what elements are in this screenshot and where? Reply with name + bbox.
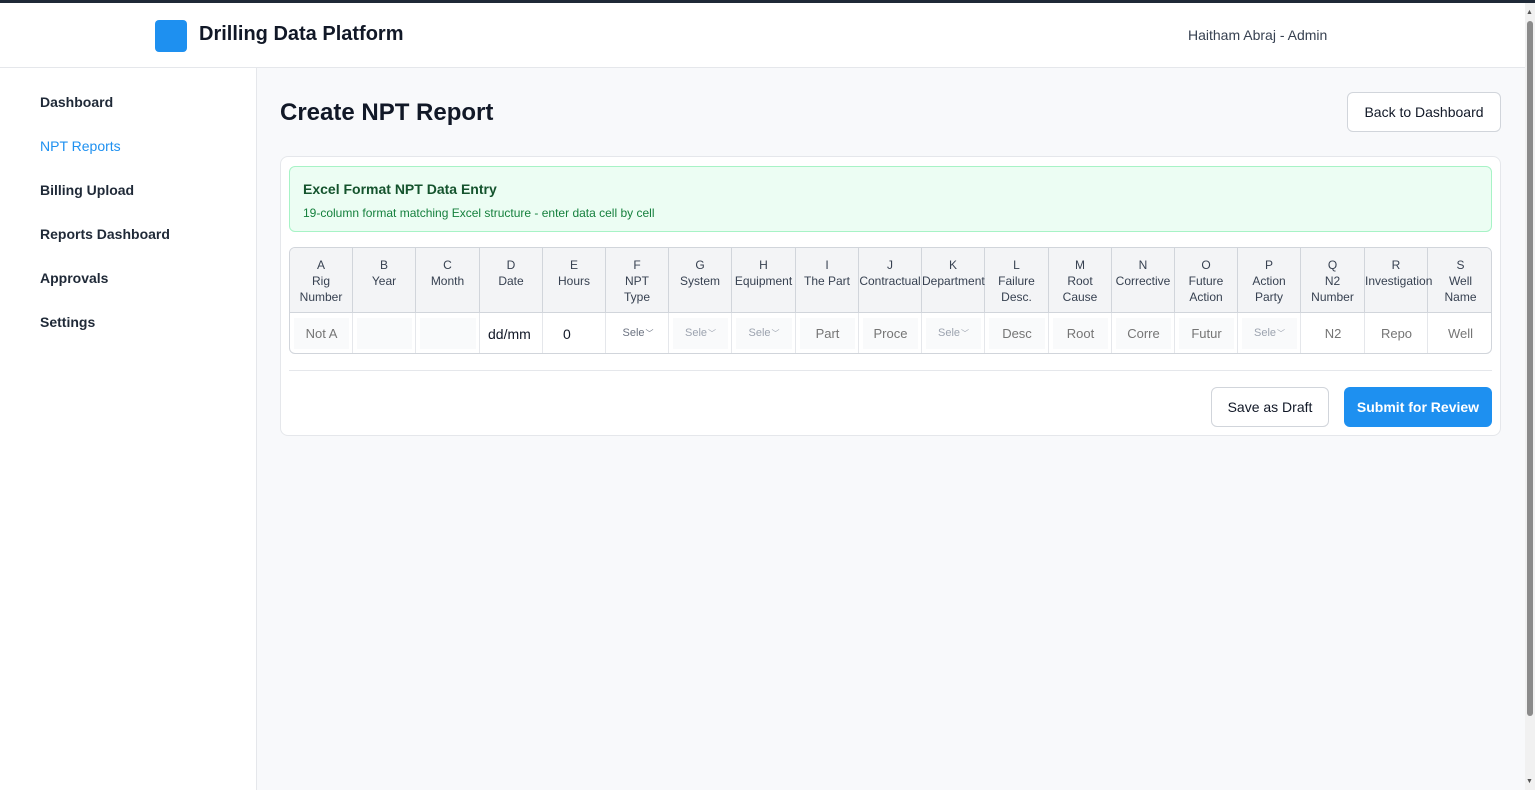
- column-header-investigation: R Investigation: [1365, 248, 1432, 313]
- column-header-month: C Month: [416, 248, 480, 313]
- divider: [289, 370, 1492, 371]
- department-select[interactable]: Sele﹀: [926, 318, 981, 349]
- npt-entry-table: A Rig Number B Year C Month D Date E Hours FN…: [289, 247, 1492, 354]
- top-header: Drilling Data Platform Haitham Abraj - A…: [0, 3, 1525, 68]
- npt-type-select[interactable]: Sele﹀: [618, 318, 658, 349]
- npt-entry-card: Excel Format NPT Data Entry 19-column fo…: [280, 156, 1501, 436]
- scroll-up-arrow-icon[interactable]: ▲: [1526, 9, 1533, 16]
- table-header-row: A Rig Number B Year C Month D Date E Hours FN…: [290, 248, 1491, 313]
- sidebar-item-reports-dashboard[interactable]: Reports Dashboard: [40, 226, 170, 242]
- root-cause-input[interactable]: [1053, 318, 1108, 349]
- sidebar-item-approvals[interactable]: Approvals: [40, 270, 108, 286]
- rig-number-input[interactable]: [294, 318, 349, 349]
- submit-for-review-button[interactable]: Submit for Review: [1344, 387, 1492, 427]
- column-header-system: G System: [669, 248, 732, 313]
- column-header-rig-number: A Rig Number: [290, 248, 353, 313]
- chevron-down-icon: ﹀: [961, 329, 970, 338]
- corrective-input[interactable]: [1116, 318, 1171, 349]
- column-header-contractual: J Contractual: [859, 248, 922, 313]
- column-header-failure-desc: L Failure Desc.: [985, 248, 1049, 313]
- column-header-department: K Department: [922, 248, 985, 313]
- failure-desc-input[interactable]: [989, 318, 1045, 349]
- table-row: Sele﹀ Sele﹀ Sele﹀ Sele﹀ Sele﹀: [290, 313, 1491, 353]
- user-label[interactable]: Haitham Abraj - Admin: [1188, 27, 1327, 43]
- well-name-input[interactable]: [1432, 318, 1489, 349]
- chevron-down-icon: ﹀: [1277, 329, 1286, 338]
- month-input[interactable]: [420, 318, 476, 349]
- equipment-select[interactable]: Sele﹀: [736, 318, 792, 349]
- scrollbar-thumb[interactable]: [1527, 21, 1533, 716]
- page-title: Create NPT Report: [280, 99, 494, 126]
- column-header-well-name: S Well Name: [1444, 258, 1477, 304]
- sidebar-item-settings[interactable]: Settings: [40, 314, 95, 330]
- vertical-scrollbar[interactable]: ▲ ▼: [1525, 3, 1535, 790]
- app-logo-icon: [155, 20, 187, 52]
- system-select[interactable]: Sele﹀: [673, 318, 728, 349]
- the-part-input[interactable]: [800, 318, 855, 349]
- investigation-input[interactable]: [1369, 318, 1424, 349]
- column-header-n2-number: Q N2 Number: [1301, 248, 1365, 313]
- sidebar: Dashboard NPT Reports Billing Upload Rep…: [0, 68, 257, 790]
- column-header-root-cause: M Root Cause: [1049, 248, 1112, 313]
- chevron-down-icon: ﹀: [708, 329, 717, 338]
- hours-input[interactable]: [547, 318, 602, 349]
- future-action-input[interactable]: [1179, 318, 1234, 349]
- column-header-npt-type: F NPT Type: [606, 248, 669, 313]
- n2-number-input[interactable]: [1305, 318, 1361, 349]
- contractual-input[interactable]: [863, 318, 918, 349]
- scroll-down-arrow-icon[interactable]: ▼: [1526, 778, 1533, 785]
- back-to-dashboard-button[interactable]: Back to Dashboard: [1347, 92, 1501, 132]
- column-header-hours: E Hours: [543, 248, 606, 313]
- save-as-draft-button[interactable]: Save as Draft: [1211, 387, 1329, 427]
- date-input[interactable]: [484, 318, 539, 349]
- sidebar-item-billing-upload[interactable]: Billing Upload: [40, 182, 134, 198]
- column-header-the-part: I The Part: [796, 248, 859, 313]
- year-input[interactable]: [357, 318, 412, 349]
- column-header-future-action: O Future Action: [1175, 248, 1238, 313]
- app-title: Drilling Data Platform: [199, 23, 404, 45]
- column-header-year: B Year: [353, 248, 416, 313]
- info-title: Excel Format NPT Data Entry: [303, 181, 497, 197]
- column-header-corrective: N Corrective: [1112, 248, 1175, 313]
- chevron-down-icon: ﹀: [771, 329, 780, 338]
- sidebar-item-npt-reports[interactable]: NPT Reports: [40, 138, 121, 154]
- action-party-select[interactable]: Sele﹀: [1242, 318, 1297, 349]
- info-subtitle: 19-column format matching Excel structur…: [303, 206, 655, 220]
- column-header-date: D Date: [480, 248, 543, 313]
- column-header-action-party: P Action Party: [1238, 248, 1301, 313]
- chevron-down-icon: ﹀: [645, 329, 654, 338]
- sidebar-item-dashboard[interactable]: Dashboard: [40, 94, 113, 110]
- info-banner: Excel Format NPT Data Entry 19-column fo…: [289, 166, 1492, 232]
- column-header-equipment: H Equipment: [732, 248, 796, 313]
- main-content: Create NPT Report Back to Dashboard Exce…: [257, 68, 1525, 790]
